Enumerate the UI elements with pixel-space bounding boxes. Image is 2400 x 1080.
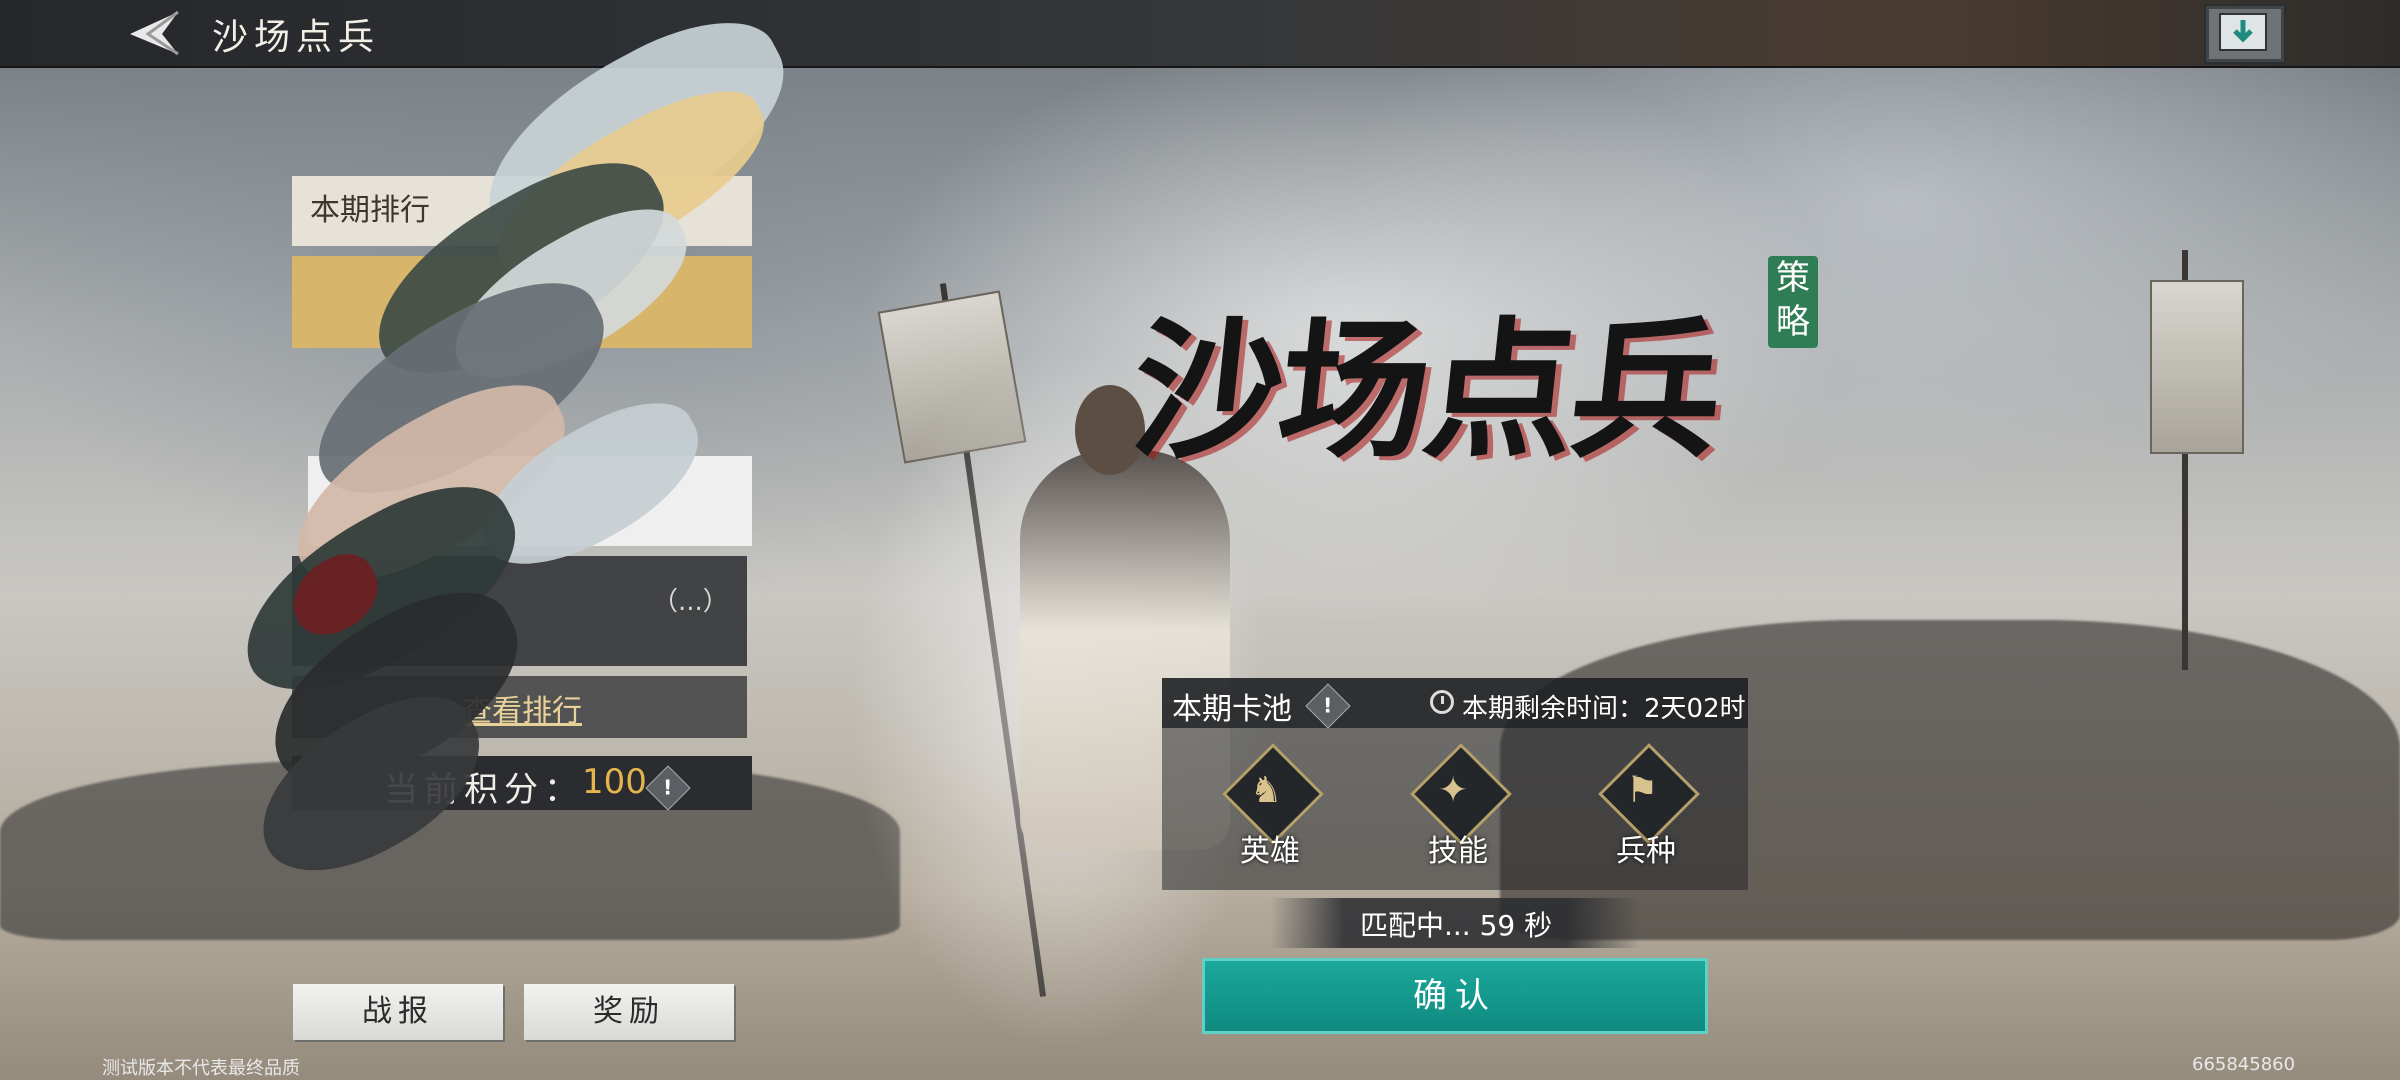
score-value: 100 <box>582 762 647 802</box>
top-bar: 沙场点兵 <box>0 0 2400 68</box>
download-book-button[interactable] <box>2204 4 2286 64</box>
page-title: 沙场点兵 <box>212 17 381 58</box>
logo-seal: 策略 <box>1768 256 1818 348</box>
pool-item-troop[interactable]: ⚑ 兵种 <box>1588 743 1700 869</box>
player-id: 665845860 <box>2192 1054 2296 1075</box>
download-icon <box>2219 13 2267 51</box>
banner-flag <box>2150 280 2244 454</box>
matching-status: 匹配中... 59 秒 <box>1360 909 1553 942</box>
pool-remaining-time: 本期剩余时间：2天02时 <box>1462 694 1746 724</box>
event-logo-title: 沙场点兵 <box>1124 303 1727 479</box>
clock-icon <box>1430 690 1454 714</box>
pool-item-label: 兵种 <box>1616 834 1676 869</box>
pool-item-hero[interactable]: ♞ 英雄 <box>1212 743 1324 869</box>
pool-title: 本期卡池 <box>1172 692 1292 727</box>
rewards-button[interactable]: 奖励 <box>524 984 734 1040</box>
back-arrow-icon <box>130 10 179 56</box>
battle-report-button[interactable]: 战报 <box>293 984 503 1040</box>
pool-item-skill[interactable]: ✦ 技能 <box>1400 743 1512 869</box>
ranking-dark-row-text: （...） <box>652 587 729 617</box>
pool-item-label: 英雄 <box>1240 834 1300 869</box>
confirm-button[interactable]: 确认 <box>1202 958 1708 1034</box>
pool-item-label: 技能 <box>1428 834 1488 869</box>
back-button[interactable] <box>118 6 188 60</box>
test-version-disclaimer: 测试版本不代表最终品质 <box>102 1058 300 1079</box>
